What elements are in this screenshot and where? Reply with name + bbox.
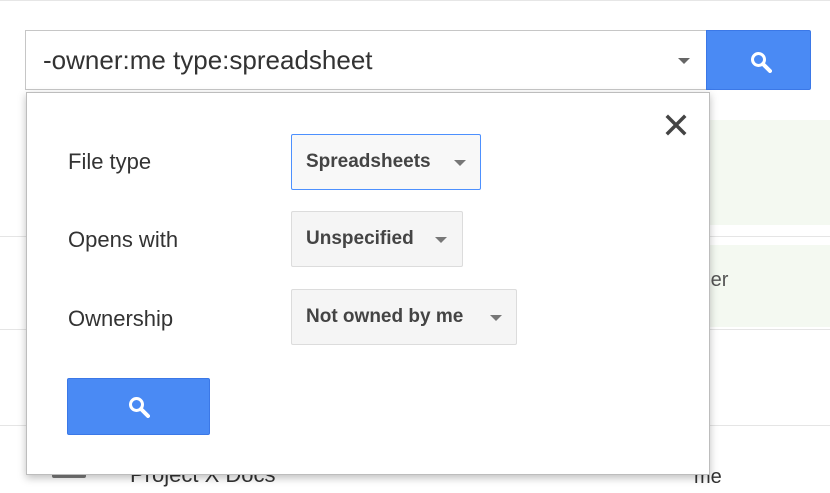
opens-with-dropdown[interactable]: Unspecified xyxy=(291,211,463,267)
opens-with-value: Unspecified xyxy=(306,228,414,249)
opens-with-label: Opens with xyxy=(68,227,179,252)
file-type-value: Spreadsheets xyxy=(306,151,431,172)
close-icon[interactable] xyxy=(664,113,688,137)
search-query-text: -owner:me type:spreadsheet xyxy=(43,45,373,75)
ownership-label: Ownership xyxy=(68,306,174,331)
chevron-down-icon xyxy=(435,237,447,243)
search-input[interactable]: -owner:me type:spreadsheet xyxy=(25,30,706,90)
caret-down-icon[interactable] xyxy=(678,58,690,64)
panel-search-button[interactable] xyxy=(67,378,210,435)
file-type-dropdown[interactable]: Spreadsheets xyxy=(291,134,481,190)
ownership-dropdown[interactable]: Not owned by me xyxy=(291,289,517,345)
chevron-down-icon xyxy=(454,160,466,166)
ownership-value: Not owned by me xyxy=(306,306,464,327)
file-type-label: File type xyxy=(68,149,152,174)
drive-search-screen: wner e me Project X Docs -owner:me type:… xyxy=(0,0,830,493)
background-highlight xyxy=(700,120,830,225)
search-button[interactable] xyxy=(706,30,811,90)
search-icon xyxy=(129,397,150,418)
search-icon xyxy=(751,52,772,73)
top-divider xyxy=(0,0,830,1)
advanced-search-panel: File type Spreadsheets Opens with Unspec… xyxy=(26,92,710,475)
chevron-down-icon xyxy=(490,315,502,321)
